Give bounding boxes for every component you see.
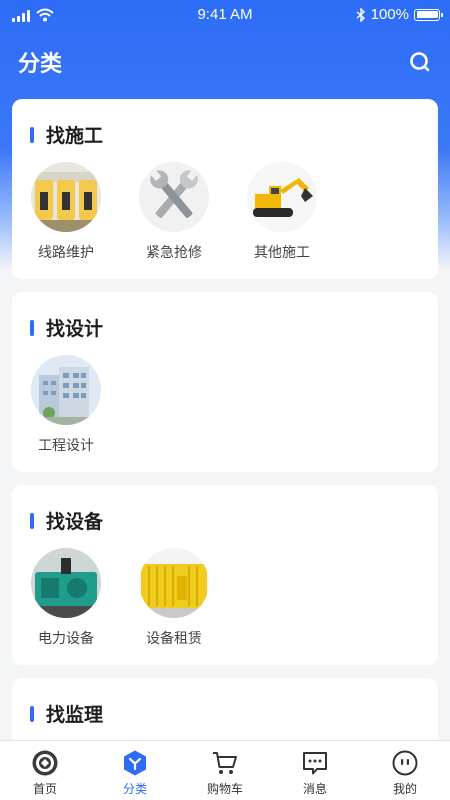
category-item-power-equipment[interactable]: 电力设备 bbox=[30, 548, 102, 648]
tab-category[interactable]: 分类 bbox=[90, 741, 180, 800]
item-label: 工程设计 bbox=[38, 438, 94, 454]
circuit-breaker-image bbox=[31, 162, 101, 232]
section-design: 找设计 工程设计 bbox=[12, 292, 438, 472]
section-supervision: 找监理 bbox=[12, 678, 438, 748]
cart-icon bbox=[213, 752, 237, 774]
battery-percent: 100% bbox=[370, 6, 409, 23]
category-list: 找施工 线路维护 紧急抢修 其他施工 找设计 工程设计 找设备 电力设备 设备租… bbox=[12, 99, 438, 761]
profile-icon bbox=[392, 750, 418, 776]
section-title: 找设备 bbox=[30, 507, 103, 534]
title-accent-bar bbox=[30, 705, 34, 722]
container-image bbox=[139, 548, 209, 618]
section-title: 找施工 bbox=[30, 121, 103, 148]
nav-bar: 分类 bbox=[0, 40, 450, 84]
section-equipment: 找设备 电力设备 设备租赁 bbox=[12, 485, 438, 665]
section-title-text: 找监理 bbox=[46, 704, 104, 726]
status-right: 100% bbox=[356, 6, 443, 23]
bluetooth-icon bbox=[356, 7, 365, 22]
building-image bbox=[31, 355, 101, 425]
section-title-text: 找施工 bbox=[46, 125, 104, 147]
tab-messages[interactable]: 消息 bbox=[270, 741, 360, 800]
tab-cart[interactable]: 购物车 bbox=[180, 741, 270, 800]
section-title-text: 找设计 bbox=[46, 318, 104, 340]
category-item-other-construction[interactable]: 其他施工 bbox=[246, 162, 318, 262]
tab-home[interactable]: 首页 bbox=[0, 741, 90, 800]
tab-bar: 首页 分类 购物车 消息 我的 bbox=[0, 740, 450, 800]
category-icon bbox=[124, 750, 146, 776]
section-construction: 找施工 线路维护 紧急抢修 其他施工 bbox=[12, 99, 438, 279]
title-accent-bar bbox=[30, 126, 34, 143]
category-item-equipment-rental[interactable]: 设备租赁 bbox=[138, 548, 210, 648]
tab-label: 分类 bbox=[122, 782, 147, 796]
tab-label: 消息 bbox=[302, 782, 327, 796]
tab-label: 购物车 bbox=[206, 782, 243, 796]
category-item-line-maintenance[interactable]: 线路维护 bbox=[30, 162, 102, 262]
title-accent-bar bbox=[30, 512, 34, 529]
tab-label: 首页 bbox=[32, 782, 57, 796]
search-icon[interactable] bbox=[408, 50, 432, 74]
item-label: 紧急抢修 bbox=[146, 245, 202, 261]
item-label: 线路维护 bbox=[38, 245, 94, 261]
wrench-image bbox=[139, 162, 209, 232]
category-item-emergency-repair[interactable]: 紧急抢修 bbox=[138, 162, 210, 262]
tab-profile[interactable]: 我的 bbox=[360, 741, 450, 800]
item-label: 设备租赁 bbox=[146, 631, 202, 647]
category-item-engineering-design[interactable]: 工程设计 bbox=[30, 355, 102, 455]
status-bar: 9:41 AM 100% bbox=[0, 0, 450, 30]
section-title: 找监理 bbox=[30, 700, 103, 727]
item-label: 其他施工 bbox=[254, 245, 310, 261]
title-accent-bar bbox=[30, 319, 34, 336]
section-title-text: 找设备 bbox=[46, 511, 104, 533]
page-title: 分类 bbox=[18, 52, 63, 77]
generator-image bbox=[31, 548, 101, 618]
tab-label: 我的 bbox=[392, 782, 417, 796]
message-icon bbox=[303, 752, 327, 775]
item-label: 电力设备 bbox=[38, 631, 94, 647]
excavator-image bbox=[247, 162, 317, 232]
battery-icon bbox=[414, 8, 443, 21]
home-logo-icon bbox=[32, 750, 58, 776]
section-title: 找设计 bbox=[30, 314, 103, 341]
